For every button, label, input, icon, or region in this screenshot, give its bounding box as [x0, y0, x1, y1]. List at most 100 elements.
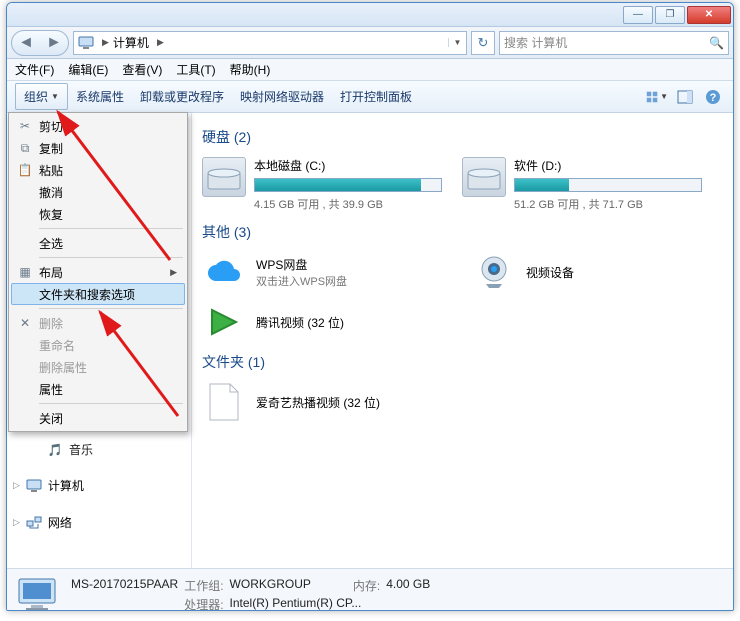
view-mode-button[interactable]: ▼ [645, 85, 669, 109]
drive-icon [462, 157, 506, 197]
expand-icon[interactable]: ▷ [13, 480, 20, 491]
item-iqiyi[interactable]: 爱奇艺热播视频 (32 位) [202, 382, 442, 422]
organize-label: 组织 [24, 88, 48, 105]
separator [39, 308, 183, 309]
cloud-icon [202, 252, 246, 292]
uninstall-button[interactable]: 卸载或更改程序 [132, 84, 232, 109]
menu-remove-properties: 删除属性 [11, 356, 185, 378]
menu-bar: 文件(F) 编辑(E) 查看(V) 工具(T) 帮助(H) [7, 59, 733, 81]
menu-paste[interactable]: 📋粘贴 [11, 159, 185, 181]
separator [39, 257, 183, 258]
menu-file[interactable]: 文件(F) [15, 61, 54, 78]
expand-icon[interactable]: ▷ [13, 517, 20, 528]
drive-icon [202, 157, 246, 197]
section-folder: 文件夹 (1) [202, 352, 723, 372]
network-icon [26, 515, 42, 531]
computer-icon [15, 575, 59, 612]
address-bar[interactable]: ▶ 计算机 ▶ ▼ [73, 31, 467, 55]
memory-label: 内存: [353, 577, 380, 594]
separator [39, 228, 183, 229]
copy-icon: ⧉ [17, 140, 33, 156]
drive-meta: 51.2 GB 可用 , 共 71.7 GB [514, 196, 702, 212]
menu-select-all[interactable]: 全选 [11, 232, 185, 254]
organize-button[interactable]: 组织 ▼ [15, 83, 68, 110]
chevron-right-icon[interactable]: ▶ [155, 37, 166, 48]
titlebar: — ❐ ✕ [7, 3, 733, 27]
menu-undo[interactable]: 撤消 [11, 181, 185, 203]
menu-help[interactable]: 帮助(H) [230, 61, 271, 78]
delete-icon: ✕ [17, 315, 33, 331]
menu-tools[interactable]: 工具(T) [176, 61, 215, 78]
menu-rename: 重命名 [11, 334, 185, 356]
address-dropdown-icon[interactable]: ▼ [448, 38, 466, 47]
refresh-button[interactable]: ↻ [471, 31, 495, 55]
help-button[interactable]: ? [701, 85, 725, 109]
computer-icon [78, 35, 96, 51]
cut-icon: ✂ [17, 118, 33, 134]
menu-folder-search-options[interactable]: 文件夹和搜索选项 [11, 283, 185, 305]
computer-icon [26, 478, 42, 494]
menu-close[interactable]: 关闭 [11, 407, 185, 429]
section-hard-disks: 硬盘 (2) [202, 127, 723, 147]
close-button[interactable]: ✕ [687, 6, 731, 24]
menu-copy[interactable]: ⧉复制 [11, 137, 185, 159]
menu-cut[interactable]: ✂剪切 [11, 115, 185, 137]
item-name: 腾讯视频 (32 位) [256, 314, 344, 331]
drive-c[interactable]: 本地磁盘 (C:) 4.15 GB 可用 , 共 39.9 GB [202, 157, 442, 212]
drive-usage-bar [254, 178, 442, 192]
drive-meta: 4.15 GB 可用 , 共 39.9 GB [254, 196, 442, 212]
drive-name: 软件 (D:) [514, 157, 702, 174]
sidebar-item-computer[interactable]: ▷ 计算机 [7, 474, 191, 497]
menu-layout[interactable]: ▦布局▶ [11, 261, 185, 283]
menu-edit[interactable]: 编辑(E) [68, 61, 108, 78]
toolbar: 组织 ▼ 系统属性 卸载或更改程序 映射网络驱动器 打开控制面板 ▼ ? [7, 81, 733, 113]
section-other: 其他 (3) [202, 222, 723, 242]
file-icon [202, 382, 246, 422]
sidebar-item-music[interactable]: 🎵 音乐 [7, 439, 191, 460]
item-name: WPS网盘 [256, 256, 347, 273]
item-name: 爱奇艺热播视频 (32 位) [256, 394, 380, 411]
menu-delete: ✕删除 [11, 312, 185, 334]
system-properties-button[interactable]: 系统属性 [68, 84, 132, 109]
tencent-icon [202, 302, 246, 342]
address-segment[interactable]: 计算机 [111, 34, 155, 51]
menu-redo[interactable]: 恢复 [11, 203, 185, 225]
computer-name: MS-20170215PAAR [71, 577, 178, 594]
separator [39, 403, 183, 404]
submenu-arrow-icon: ▶ [170, 267, 177, 278]
cpu-value: Intel(R) Pentium(R) CP... [230, 596, 362, 612]
back-icon[interactable]: ◄ [12, 31, 40, 55]
search-input[interactable]: 搜索 计算机 🔍 [499, 31, 729, 55]
svg-text:?: ? [710, 92, 717, 104]
menu-properties[interactable]: 属性 [11, 378, 185, 400]
workgroup-value: WORKGROUP [230, 577, 311, 594]
map-drive-button[interactable]: 映射网络驱动器 [232, 84, 332, 109]
chevron-right-icon[interactable]: ▶ [100, 37, 111, 48]
forward-icon[interactable]: ► [40, 31, 68, 55]
control-panel-button[interactable]: 打开控制面板 [332, 84, 420, 109]
search-icon[interactable]: 🔍 [709, 36, 724, 50]
minimize-button[interactable]: — [623, 6, 653, 24]
preview-pane-button[interactable] [673, 85, 697, 109]
content-pane: 硬盘 (2) 本地磁盘 (C:) 4.15 GB 可用 , 共 39.9 GB [192, 113, 733, 568]
details-pane: MS-20170215PAAR 工作组: WORKGROUP 内存: 4.00 … [7, 568, 733, 611]
sidebar-item-network[interactable]: ▷ 网络 [7, 511, 191, 534]
sidebar-item-label: 计算机 [48, 477, 84, 494]
chevron-down-icon: ▼ [660, 92, 668, 101]
drive-usage-bar [514, 178, 702, 192]
chevron-down-icon: ▼ [51, 92, 59, 101]
maximize-button[interactable]: ❐ [655, 6, 685, 24]
item-sub: 双击进入WPS网盘 [256, 273, 347, 289]
menu-view[interactable]: 查看(V) [122, 61, 162, 78]
drive-d[interactable]: 软件 (D:) 51.2 GB 可用 , 共 71.7 GB [462, 157, 702, 212]
search-placeholder: 搜索 计算机 [504, 34, 567, 51]
nav-bar: ◄ ► ▶ 计算机 ▶ ▼ ↻ 搜索 计算机 🔍 [7, 27, 733, 59]
layout-icon: ▦ [17, 264, 33, 280]
paste-icon: 📋 [17, 162, 33, 178]
nav-back-forward[interactable]: ◄ ► [11, 30, 69, 56]
item-video-device[interactable]: 视频设备 [472, 252, 712, 292]
music-icon: 🎵 [47, 442, 63, 458]
webcam-icon [472, 252, 516, 292]
item-wps[interactable]: WPS网盘 双击进入WPS网盘 [202, 252, 442, 292]
item-tencent-video[interactable]: 腾讯视频 (32 位) [202, 302, 442, 342]
